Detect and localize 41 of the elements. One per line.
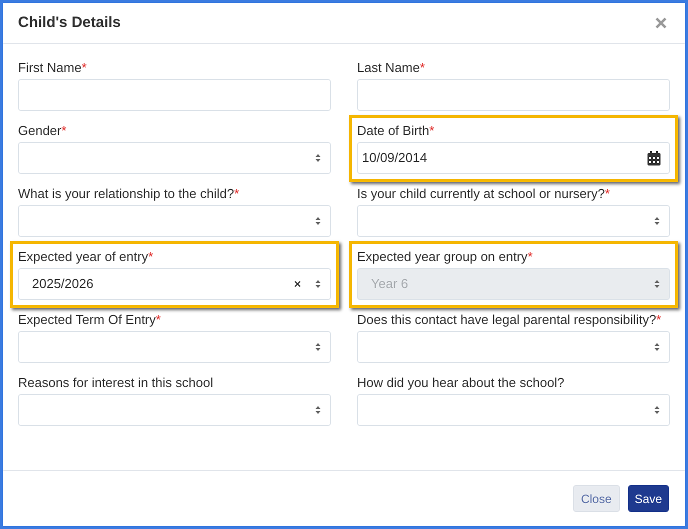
select-field[interactable]: [18, 142, 331, 174]
field-label: Expected year group on entry*: [357, 248, 534, 266]
select-caret-icon: [315, 279, 321, 289]
field-label: How did you hear about the school?: [357, 374, 566, 392]
close-icon[interactable]: [655, 17, 667, 29]
select-caret-icon: [315, 342, 321, 352]
text-field[interactable]: [18, 79, 331, 111]
select-field[interactable]: [357, 331, 670, 363]
field-label: Is your child currently at school or nursery?*: [357, 185, 611, 203]
field-label: What is your relationship to the child?*: [18, 185, 240, 203]
field-value: 10/09/2014: [362, 149, 428, 168]
field-value: Year 6: [371, 275, 408, 294]
close-button[interactable]: Close: [572, 485, 620, 512]
select-field[interactable]: [357, 205, 670, 237]
select-caret-icon: [654, 279, 660, 289]
select-caret-icon: [654, 342, 660, 352]
field-label: Reasons for interest in this school: [18, 374, 214, 392]
select-caret-icon: [315, 153, 321, 163]
select-field[interactable]: [18, 331, 331, 363]
field-label: Last Name*: [357, 59, 426, 77]
date-field[interactable]: 10/09/2014: [357, 142, 670, 174]
text-field[interactable]: [357, 79, 670, 111]
dialog-title: Child's Details: [18, 12, 121, 33]
calendar-icon: [647, 150, 661, 166]
select-field[interactable]: [18, 205, 331, 237]
select-field[interactable]: [18, 394, 331, 426]
select-field[interactable]: [357, 394, 670, 426]
select-caret-icon: [315, 216, 321, 226]
field-label: Expected Term Of Entry*: [18, 311, 162, 329]
clear-button[interactable]: ×: [294, 275, 301, 293]
select-caret-icon: [315, 405, 321, 415]
select-caret-icon: [654, 216, 660, 226]
field-label: Gender*: [18, 122, 68, 140]
save-button[interactable]: Save: [628, 485, 669, 512]
field-label: Date of Birth*: [357, 122, 436, 140]
field-label: First Name*: [18, 59, 88, 77]
select-caret-icon: [654, 405, 660, 415]
field-value: 2025/2026: [32, 275, 94, 294]
select-field[interactable]: 2025/2026 ×: [18, 268, 331, 300]
field-label: Expected year of entry*: [18, 248, 154, 266]
field-label: Does this contact have legal parental responsibility?*: [357, 311, 662, 329]
